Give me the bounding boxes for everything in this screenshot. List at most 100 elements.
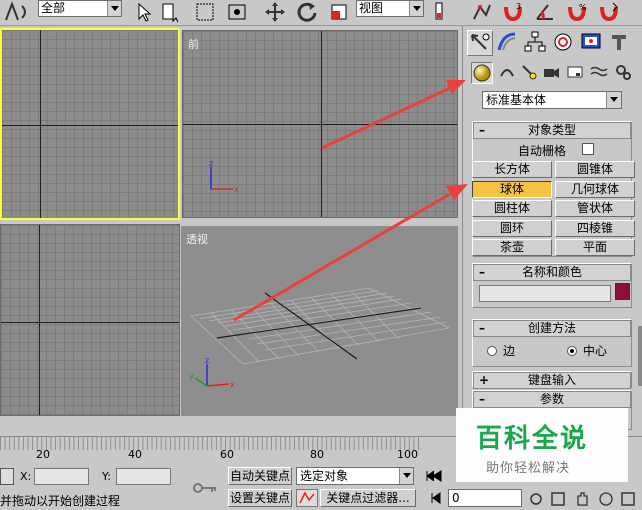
utilities-tab-icon[interactable] bbox=[607, 30, 633, 56]
object-color-swatch[interactable] bbox=[615, 283, 630, 300]
creation-method-header[interactable]: – 创建方法 bbox=[473, 320, 631, 337]
collapse-icon[interactable]: – bbox=[479, 321, 485, 336]
box-button[interactable]: 长方体 bbox=[472, 161, 552, 178]
viewport-front-label: 前 bbox=[188, 38, 199, 51]
hierarchy-tab-icon[interactable] bbox=[523, 30, 549, 56]
expand-icon[interactable]: + bbox=[479, 373, 489, 388]
helpers-icon[interactable] bbox=[565, 62, 587, 84]
selection-filter-dropdown[interactable]: 全部 bbox=[38, 0, 122, 17]
viewport-left[interactable] bbox=[0, 224, 180, 416]
teapot-button[interactable]: 茶壶 bbox=[472, 239, 552, 256]
x-coord-input[interactable] bbox=[34, 468, 89, 485]
display-tab-icon[interactable] bbox=[579, 30, 605, 56]
sphere-button[interactable]: 球体 bbox=[472, 181, 552, 198]
panel-scrollbar[interactable] bbox=[638, 326, 642, 386]
motion-tab-icon[interactable] bbox=[551, 30, 577, 56]
snap-3d-icon[interactable]: 3 bbox=[502, 1, 524, 23]
set-key-button[interactable]: 设置关键点 bbox=[228, 489, 292, 507]
key-filters-button[interactable]: 关键点过滤器... bbox=[320, 489, 416, 507]
window-crossing-icon[interactable] bbox=[226, 1, 248, 23]
svg-text:x: x bbox=[234, 185, 239, 194]
chevron-down-icon[interactable] bbox=[606, 92, 621, 108]
keyboard-entry-rollout: + 键盘输入 bbox=[472, 371, 632, 389]
radio-center[interactable]: 中心 bbox=[567, 342, 607, 359]
creation-method-rollout: – 创建方法 边 中心 bbox=[472, 319, 632, 367]
grid-axis-vertical bbox=[39, 225, 40, 415]
axis-tripod-icon: z x y bbox=[189, 354, 237, 394]
current-frame-spinner[interactable]: 0 bbox=[448, 489, 522, 507]
pyramid-button[interactable]: 四棱锥 bbox=[555, 220, 635, 237]
chevron-down-icon[interactable] bbox=[399, 468, 413, 484]
tube-button[interactable]: 管状体 bbox=[555, 200, 635, 217]
autogrid-checkbox[interactable] bbox=[582, 143, 594, 155]
auto-key-button[interactable]: 自动关键点 bbox=[228, 467, 292, 485]
rotate-icon[interactable] bbox=[296, 1, 318, 23]
cone-button[interactable]: 圆锥体 bbox=[555, 161, 635, 178]
chevron-down-icon[interactable] bbox=[107, 1, 121, 16]
create-tab-icon[interactable] bbox=[467, 30, 493, 56]
viewport-navigation-controls bbox=[528, 490, 638, 508]
spinner-snap-icon[interactable] bbox=[598, 1, 620, 23]
selected-object-dropdown[interactable]: 选定对象 bbox=[296, 467, 414, 485]
object-type-title: 对象类型 bbox=[527, 123, 576, 137]
name-color-header[interactable]: – 名称和颜色 bbox=[473, 264, 631, 281]
tick-label: 80 bbox=[310, 448, 324, 461]
reference-coordinate-value: 视图 bbox=[359, 1, 384, 15]
select-arrow-icon[interactable] bbox=[132, 1, 154, 23]
zoom-extents-icon bbox=[551, 492, 565, 506]
percent-snap-icon[interactable]: % bbox=[566, 1, 588, 23]
space-warps-icon[interactable] bbox=[589, 62, 611, 84]
grid-axis-vertical bbox=[321, 31, 322, 217]
viewport-front[interactable]: 前 z x bbox=[182, 30, 458, 218]
lock-selection-icon[interactable] bbox=[0, 468, 14, 485]
object-category-dropdown[interactable]: 标准基本体 bbox=[482, 91, 622, 109]
cylinder-button[interactable]: 圆柱体 bbox=[472, 200, 552, 217]
keyboard-entry-title: 键盘输入 bbox=[527, 373, 576, 387]
scale-icon[interactable] bbox=[328, 1, 350, 23]
modify-tab-icon[interactable] bbox=[495, 30, 521, 56]
y-coord-input[interactable] bbox=[116, 468, 171, 485]
radio-button[interactable] bbox=[567, 346, 577, 356]
key-step-icon[interactable] bbox=[424, 490, 444, 506]
geometry-sphere-icon[interactable] bbox=[471, 62, 493, 84]
geosphere-button[interactable]: 几何球体 bbox=[555, 181, 635, 198]
radio-button[interactable] bbox=[487, 346, 497, 356]
go-to-start-icon[interactable] bbox=[424, 468, 444, 484]
move-icon[interactable] bbox=[264, 1, 286, 23]
torus-button[interactable]: 圆环 bbox=[472, 220, 552, 237]
lights-icon[interactable] bbox=[519, 62, 541, 84]
keyboard-entry-header[interactable]: + 键盘输入 bbox=[473, 372, 631, 389]
viewport-perspective[interactable]: 透视 z x y bbox=[181, 226, 458, 416]
autogrid-label: 自动栅格 bbox=[518, 144, 567, 158]
collapse-icon[interactable]: – bbox=[479, 392, 485, 407]
timeline-ticks bbox=[0, 437, 420, 450]
object-category-value: 标准基本体 bbox=[486, 93, 547, 107]
angle-snap-icon[interactable] bbox=[534, 1, 556, 23]
orbit-icon bbox=[599, 492, 613, 506]
object-type-header[interactable]: – 对象类型 bbox=[473, 122, 631, 139]
cameras-icon[interactable] bbox=[541, 62, 563, 84]
chevron-down-icon[interactable] bbox=[409, 1, 423, 16]
radio-edge[interactable]: 边 bbox=[487, 342, 515, 359]
key-icon[interactable] bbox=[184, 466, 224, 506]
parameters-title: 参数 bbox=[539, 392, 564, 406]
shapes-icon[interactable] bbox=[497, 62, 519, 84]
grid-axis-horizontal bbox=[183, 124, 457, 125]
parameters-header[interactable]: – 参数 bbox=[473, 391, 631, 408]
prompt-text: 并拖动以开始创建过程 bbox=[0, 494, 121, 508]
plane-button[interactable]: 平面 bbox=[555, 239, 635, 256]
object-name-input[interactable] bbox=[479, 285, 611, 302]
collapse-icon[interactable]: – bbox=[479, 123, 485, 138]
radio-edge-label: 边 bbox=[503, 344, 516, 358]
key-mode-icon[interactable] bbox=[296, 489, 318, 507]
name-color-title: 名称和颜色 bbox=[521, 265, 582, 279]
select-by-name-icon[interactable] bbox=[160, 1, 182, 23]
select-manipulate-icon[interactable] bbox=[470, 1, 492, 23]
collapse-icon[interactable]: – bbox=[479, 265, 485, 280]
systems-icon[interactable] bbox=[613, 62, 635, 84]
viewport-top[interactable] bbox=[0, 28, 180, 220]
reference-coordinate-dropdown[interactable]: 视图 bbox=[356, 0, 424, 17]
tick-label: 60 bbox=[220, 448, 234, 461]
rect-selection-icon[interactable] bbox=[194, 1, 216, 23]
pivot-center-icon[interactable] bbox=[428, 1, 450, 23]
